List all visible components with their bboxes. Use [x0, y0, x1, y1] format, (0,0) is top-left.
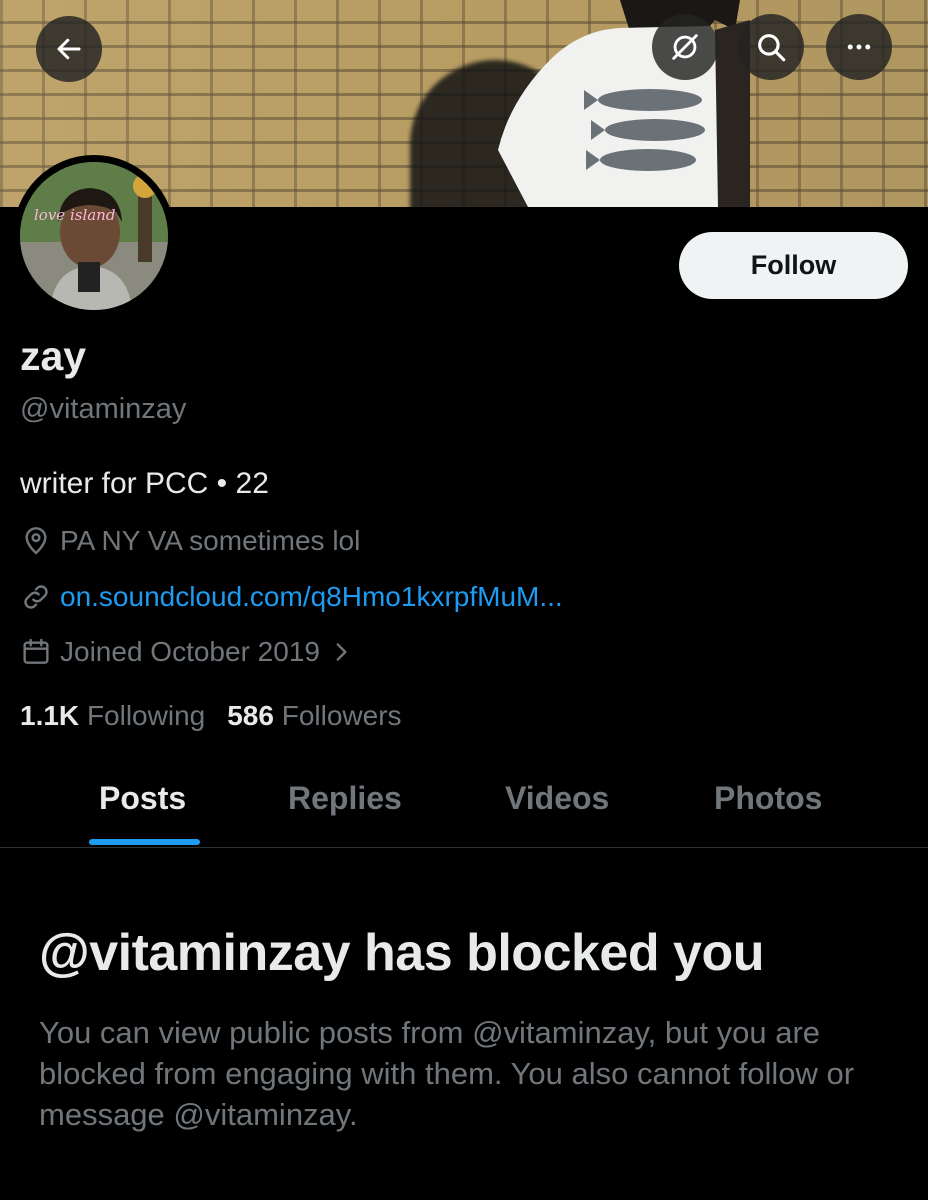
following-stat[interactable]: 1.1K Following: [20, 700, 205, 732]
location-row: PA NY VA sometimes lol: [20, 525, 360, 557]
tabs-divider: [0, 847, 928, 848]
followers-label: Followers: [281, 700, 402, 731]
calendar-icon: [23, 638, 49, 664]
follow-button[interactable]: Follow: [679, 232, 908, 299]
back-button[interactable]: [36, 16, 102, 82]
followers-stat[interactable]: 586 Followers: [227, 700, 401, 732]
following-count: 1.1K: [20, 700, 80, 731]
location-text: PA NY VA sometimes lol: [60, 525, 361, 556]
location-pin-icon: [25, 527, 47, 555]
user-handle: @vitaminzay: [20, 393, 187, 425]
followers-count: 586: [227, 700, 274, 731]
active-tab-indicator: [89, 839, 200, 845]
display-name: zay: [20, 333, 87, 379]
tab-replies[interactable]: Replies: [288, 780, 402, 817]
chevron-right-icon: [336, 643, 347, 661]
joined-row[interactable]: Joined October 2019: [20, 636, 362, 668]
tab-posts[interactable]: Posts: [99, 780, 186, 817]
profile-avatar[interactable]: love island: [13, 155, 175, 317]
avatar-portrait: [20, 162, 168, 310]
profile-bio: writer for PCC • 22: [20, 467, 269, 500]
joined-text: Joined October 2019: [60, 636, 320, 667]
arrow-left-icon: [57, 38, 81, 60]
avatar-photo: love island: [20, 162, 168, 310]
tab-videos[interactable]: Videos: [505, 780, 609, 817]
blocked-title: @vitaminzay has blocked you: [39, 924, 765, 982]
blocked-message: You can view public posts from @vitaminz…: [39, 1015, 855, 1132]
search-button[interactable]: [738, 14, 804, 80]
bell-slash-icon: [672, 34, 698, 60]
website-row: on.soundcloud.com/q8Hmo1kxrpfMuM...: [20, 581, 563, 613]
website-link[interactable]: on.soundcloud.com/q8Hmo1kxrpfMuM...: [60, 581, 563, 613]
follow-stats: 1.1K Following 586 Followers: [20, 700, 402, 732]
more-horizontal-icon: [847, 44, 871, 50]
following-label: Following: [86, 700, 206, 731]
link-icon: [24, 585, 48, 609]
avatar-overlay-text: love island: [34, 206, 116, 224]
search-icon: [758, 34, 786, 62]
tab-photos[interactable]: Photos: [714, 780, 822, 817]
more-button[interactable]: [826, 14, 892, 80]
notifications-off-button[interactable]: [652, 14, 718, 80]
